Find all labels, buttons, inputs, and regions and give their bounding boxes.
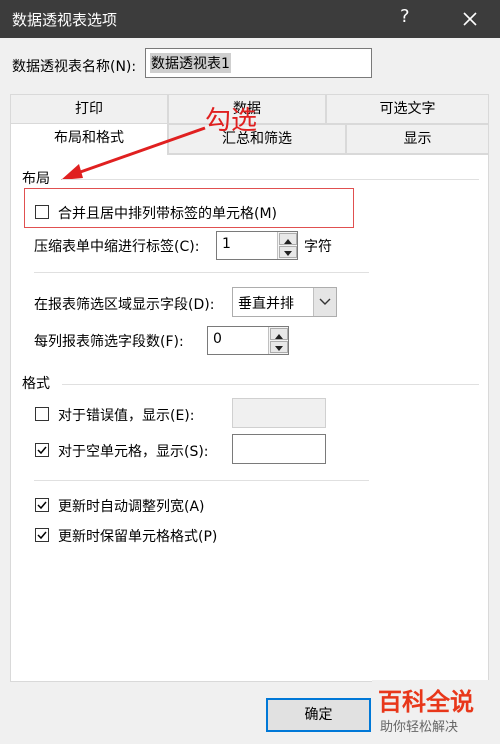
indent-down-button[interactable] — [279, 246, 297, 258]
layout-divider — [62, 179, 479, 180]
indent-spinner[interactable]: 1 — [216, 231, 298, 260]
indent-unit-label: 字符 — [304, 239, 332, 255]
fields-spin-buttons[interactable] — [268, 327, 288, 354]
checkmark-icon — [37, 446, 47, 455]
autofit-checkbox[interactable] — [35, 498, 49, 512]
indent-up-button[interactable] — [279, 233, 297, 245]
chevron-down-icon[interactable] — [313, 288, 336, 316]
format-divider — [62, 384, 479, 385]
fields-per-column-value: 0 — [213, 331, 222, 347]
pivot-table-options-dialog: 数据透视表选项 ? 数据透视表名称(N): 数据透视表1 打印 数据 可选文字 … — [0, 0, 500, 744]
close-icon[interactable] — [455, 7, 485, 31]
empty-cells-checkbox[interactable] — [35, 443, 49, 457]
pivot-name-label: 数据透视表名称(N): — [12, 59, 137, 75]
error-values-label: 对于错误值，显示(E): — [58, 408, 195, 424]
report-filter-value: 垂直并排 — [238, 296, 294, 312]
empty-cells-label: 对于空单元格，显示(S): — [58, 444, 209, 460]
merge-center-checkbox[interactable] — [35, 205, 49, 219]
error-values-checkbox[interactable] — [35, 407, 49, 421]
tab-display[interactable]: 显示 — [346, 124, 489, 154]
fields-down-button[interactable] — [270, 341, 288, 353]
fields-per-column-label: 每列报表筛选字段数(F): — [34, 334, 184, 350]
title-bar: 数据透视表选项 ? — [0, 0, 500, 38]
tab-alt-text[interactable]: 可选文字 — [326, 94, 489, 124]
layout-inner-divider — [34, 272, 369, 273]
fields-per-column-spinner[interactable]: 0 — [207, 326, 289, 355]
format-section-title: 格式 — [22, 376, 50, 392]
empty-cells-input[interactable] — [232, 434, 326, 464]
preserve-format-checkbox[interactable] — [35, 528, 49, 542]
indent-spin-buttons[interactable] — [277, 232, 297, 259]
watermark: 百科全说 助你轻松解决 — [372, 680, 490, 740]
indent-label: 压缩表单中缩进行标签(C): — [34, 239, 200, 255]
watermark-brand: 百科全说 — [378, 688, 474, 716]
pivot-name-value: 数据透视表1 — [150, 53, 231, 73]
pivot-name-input[interactable]: 数据透视表1 — [145, 48, 372, 78]
dialog-title: 数据透视表选项 — [12, 11, 118, 29]
help-button[interactable]: ? — [400, 6, 410, 27]
fields-up-button[interactable] — [270, 328, 288, 340]
report-filter-label: 在报表筛选区域显示字段(D): — [34, 297, 215, 313]
preserve-format-label: 更新时保留单元格格式(P) — [58, 529, 218, 545]
autofit-label: 更新时自动调整列宽(A) — [58, 499, 205, 515]
error-values-input[interactable] — [232, 398, 326, 428]
checkmark-icon — [37, 531, 47, 540]
watermark-slogan: 助你轻松解决 — [380, 720, 459, 735]
ok-button[interactable]: 确定 — [266, 698, 371, 732]
checkmark-icon — [37, 501, 47, 510]
merge-center-label: 合并且居中排列带标签的单元格(M) — [58, 206, 278, 222]
format-inner-divider — [34, 480, 369, 481]
indent-value: 1 — [222, 236, 231, 252]
report-filter-select[interactable]: 垂直并排 — [232, 287, 337, 317]
layout-section-title: 布局 — [22, 171, 50, 187]
